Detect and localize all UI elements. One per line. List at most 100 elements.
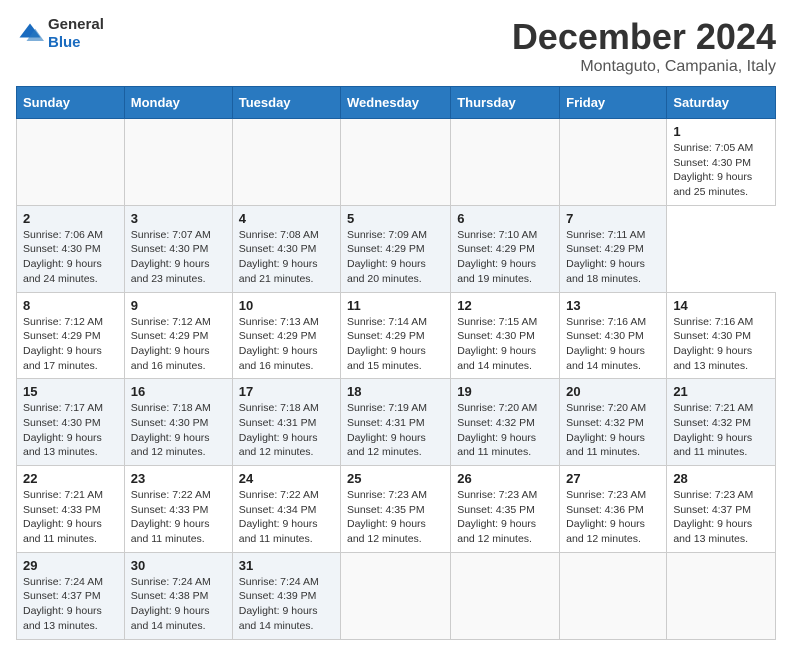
day-number: 7 [566,211,660,226]
calendar-day-cell: 13 Sunrise: 7:16 AMSunset: 4:30 PMDaylig… [560,292,667,379]
day-number: 13 [566,298,660,313]
day-detail: Sunrise: 7:18 AMSunset: 4:30 PMDaylight:… [131,401,226,460]
calendar-day-cell [451,552,560,639]
day-detail: Sunrise: 7:14 AMSunset: 4:29 PMDaylight:… [347,315,444,374]
day-detail: Sunrise: 7:16 AMSunset: 4:30 PMDaylight:… [673,315,769,374]
day-number: 5 [347,211,444,226]
day-number: 8 [23,298,118,313]
day-detail: Sunrise: 7:20 AMSunset: 4:32 PMDaylight:… [566,401,660,460]
day-detail: Sunrise: 7:23 AMSunset: 4:35 PMDaylight:… [457,488,553,547]
day-of-week-header: Monday [124,87,232,119]
calendar-day-cell [341,119,451,206]
day-detail: Sunrise: 7:24 AMSunset: 4:38 PMDaylight:… [131,575,226,634]
day-number: 19 [457,384,553,399]
calendar-day-cell: 26 Sunrise: 7:23 AMSunset: 4:35 PMDaylig… [451,466,560,553]
day-detail: Sunrise: 7:23 AMSunset: 4:37 PMDaylight:… [673,488,769,547]
page-header: General Blue December 2024 Montaguto, Ca… [16,16,776,76]
calendar-day-cell: 7 Sunrise: 7:11 AMSunset: 4:29 PMDayligh… [560,205,667,292]
day-number: 24 [239,471,334,486]
calendar-day-cell: 19 Sunrise: 7:20 AMSunset: 4:32 PMDaylig… [451,379,560,466]
day-number: 23 [131,471,226,486]
day-detail: Sunrise: 7:09 AMSunset: 4:29 PMDaylight:… [347,228,444,287]
day-number: 6 [457,211,553,226]
day-detail: Sunrise: 7:15 AMSunset: 4:30 PMDaylight:… [457,315,553,374]
day-detail: Sunrise: 7:07 AMSunset: 4:30 PMDaylight:… [131,228,226,287]
calendar-table: SundayMondayTuesdayWednesdayThursdayFrid… [16,86,776,640]
day-number: 30 [131,558,226,573]
calendar-day-cell: 8 Sunrise: 7:12 AMSunset: 4:29 PMDayligh… [17,292,125,379]
calendar-day-cell: 25 Sunrise: 7:23 AMSunset: 4:35 PMDaylig… [341,466,451,553]
day-detail: Sunrise: 7:24 AMSunset: 4:37 PMDaylight:… [23,575,118,634]
month-title: December 2024 [512,16,776,58]
day-detail: Sunrise: 7:13 AMSunset: 4:29 PMDaylight:… [239,315,334,374]
logo-general: General [48,16,104,33]
day-number: 22 [23,471,118,486]
header-row: SundayMondayTuesdayWednesdayThursdayFrid… [17,87,776,119]
day-detail: Sunrise: 7:21 AMSunset: 4:32 PMDaylight:… [673,401,769,460]
logo-icon [16,20,44,48]
calendar-day-cell [232,119,340,206]
calendar-week-row: 8 Sunrise: 7:12 AMSunset: 4:29 PMDayligh… [17,292,776,379]
logo: General Blue [16,16,104,52]
day-number: 18 [347,384,444,399]
calendar-day-cell: 27 Sunrise: 7:23 AMSunset: 4:36 PMDaylig… [560,466,667,553]
calendar-day-cell: 12 Sunrise: 7:15 AMSunset: 4:30 PMDaylig… [451,292,560,379]
day-number: 3 [131,211,226,226]
day-detail: Sunrise: 7:10 AMSunset: 4:29 PMDaylight:… [457,228,553,287]
calendar-day-cell [667,552,776,639]
day-detail: Sunrise: 7:12 AMSunset: 4:29 PMDaylight:… [131,315,226,374]
day-detail: Sunrise: 7:19 AMSunset: 4:31 PMDaylight:… [347,401,444,460]
day-detail: Sunrise: 7:17 AMSunset: 4:30 PMDaylight:… [23,401,118,460]
calendar-day-cell: 24 Sunrise: 7:22 AMSunset: 4:34 PMDaylig… [232,466,340,553]
calendar-day-cell: 2 Sunrise: 7:06 AMSunset: 4:30 PMDayligh… [17,205,125,292]
day-detail: Sunrise: 7:08 AMSunset: 4:30 PMDaylight:… [239,228,334,287]
calendar-day-cell: 29 Sunrise: 7:24 AMSunset: 4:37 PMDaylig… [17,552,125,639]
calendar-day-cell [17,119,125,206]
day-of-week-header: Saturday [667,87,776,119]
calendar-day-cell: 9 Sunrise: 7:12 AMSunset: 4:29 PMDayligh… [124,292,232,379]
calendar-day-cell: 17 Sunrise: 7:18 AMSunset: 4:31 PMDaylig… [232,379,340,466]
day-number: 15 [23,384,118,399]
day-of-week-header: Tuesday [232,87,340,119]
day-detail: Sunrise: 7:22 AMSunset: 4:34 PMDaylight:… [239,488,334,547]
calendar-day-cell: 22 Sunrise: 7:21 AMSunset: 4:33 PMDaylig… [17,466,125,553]
day-number: 31 [239,558,334,573]
day-detail: Sunrise: 7:11 AMSunset: 4:29 PMDaylight:… [566,228,660,287]
calendar-day-cell: 23 Sunrise: 7:22 AMSunset: 4:33 PMDaylig… [124,466,232,553]
logo-blue: Blue [48,34,81,51]
calendar-day-cell: 15 Sunrise: 7:17 AMSunset: 4:30 PMDaylig… [17,379,125,466]
day-of-week-header: Friday [560,87,667,119]
calendar-week-row: 29 Sunrise: 7:24 AMSunset: 4:37 PMDaylig… [17,552,776,639]
calendar-day-cell [560,119,667,206]
day-number: 11 [347,298,444,313]
day-number: 27 [566,471,660,486]
calendar-day-cell: 3 Sunrise: 7:07 AMSunset: 4:30 PMDayligh… [124,205,232,292]
calendar-day-cell: 4 Sunrise: 7:08 AMSunset: 4:30 PMDayligh… [232,205,340,292]
day-detail: Sunrise: 7:24 AMSunset: 4:39 PMDaylight:… [239,575,334,634]
calendar-day-cell: 18 Sunrise: 7:19 AMSunset: 4:31 PMDaylig… [341,379,451,466]
day-detail: Sunrise: 7:12 AMSunset: 4:29 PMDaylight:… [23,315,118,374]
calendar-day-cell: 1 Sunrise: 7:05 AMSunset: 4:30 PMDayligh… [667,119,776,206]
calendar-day-cell: 16 Sunrise: 7:18 AMSunset: 4:30 PMDaylig… [124,379,232,466]
day-of-week-header: Sunday [17,87,125,119]
day-number: 21 [673,384,769,399]
day-detail: Sunrise: 7:22 AMSunset: 4:33 PMDaylight:… [131,488,226,547]
day-detail: Sunrise: 7:18 AMSunset: 4:31 PMDaylight:… [239,401,334,460]
calendar-day-cell: 11 Sunrise: 7:14 AMSunset: 4:29 PMDaylig… [341,292,451,379]
calendar-header: SundayMondayTuesdayWednesdayThursdayFrid… [17,87,776,119]
day-number: 17 [239,384,334,399]
day-number: 28 [673,471,769,486]
day-number: 10 [239,298,334,313]
day-number: 12 [457,298,553,313]
day-number: 2 [23,211,118,226]
day-detail: Sunrise: 7:06 AMSunset: 4:30 PMDaylight:… [23,228,118,287]
calendar-week-row: 15 Sunrise: 7:17 AMSunset: 4:30 PMDaylig… [17,379,776,466]
day-number: 25 [347,471,444,486]
day-detail: Sunrise: 7:16 AMSunset: 4:30 PMDaylight:… [566,315,660,374]
calendar-week-row: 2 Sunrise: 7:06 AMSunset: 4:30 PMDayligh… [17,205,776,292]
calendar-day-cell: 10 Sunrise: 7:13 AMSunset: 4:29 PMDaylig… [232,292,340,379]
calendar-day-cell: 28 Sunrise: 7:23 AMSunset: 4:37 PMDaylig… [667,466,776,553]
title-block: December 2024 Montaguto, Campania, Italy [512,16,776,76]
day-number: 9 [131,298,226,313]
day-detail: Sunrise: 7:05 AMSunset: 4:30 PMDaylight:… [673,141,769,200]
